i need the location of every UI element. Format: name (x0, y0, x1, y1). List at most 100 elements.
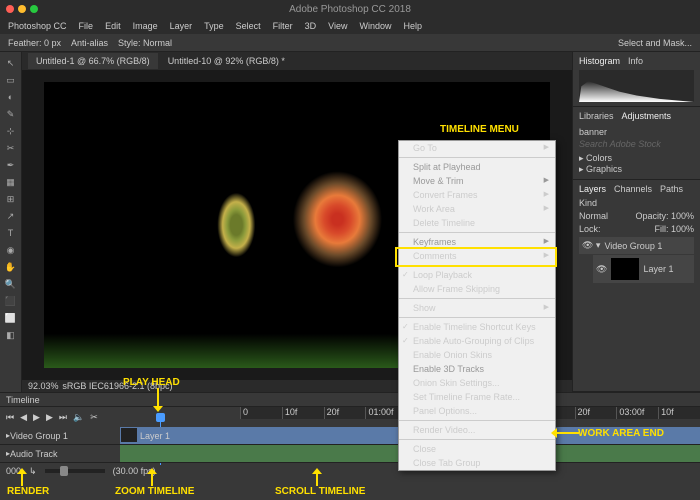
tool-icon[interactable]: ⬛ (3, 294, 19, 308)
menu-3d[interactable]: 3D (305, 21, 317, 31)
menu-item-panel-options-[interactable]: Panel Options... (399, 404, 555, 418)
menu-item-loop-playback[interactable]: Loop Playback (399, 268, 555, 282)
fps-label: (30.00 fps) (113, 466, 156, 476)
tab-layers[interactable]: Layers (579, 184, 606, 194)
tool-icon[interactable]: ↗ (3, 209, 19, 223)
menu-item-close[interactable]: Close (399, 442, 555, 456)
menu-item-close-tab-group[interactable]: Close Tab Group (399, 456, 555, 470)
blend-mode[interactable]: Normal (579, 211, 608, 221)
prev-frame-icon[interactable]: ◀ (20, 412, 27, 423)
timeline-panel: Timeline ⏮ ◀ ▶ ▶ ⏭ 🔈 ✂ 010f20f01:00f10f2… (0, 392, 700, 478)
menu-edit[interactable]: Edit (105, 21, 121, 31)
tool-icon[interactable]: ⊞ (3, 192, 19, 206)
last-frame-icon[interactable]: ⏭ (59, 412, 67, 423)
feather-field[interactable]: Feather: 0 px (8, 38, 61, 48)
menu-filter[interactable]: Filter (273, 21, 293, 31)
menubar: Photoshop CC File Edit Image Layer Type Select… (0, 18, 700, 34)
tool-icon[interactable]: ▭ (3, 73, 19, 87)
menu-item-onion-skin-settings-[interactable]: Onion Skin Settings... (399, 376, 555, 390)
ruler-tick: 03:00f (616, 407, 658, 419)
tool-icon[interactable]: ✒ (3, 158, 19, 172)
zoom-level[interactable]: 92.03% (28, 381, 59, 391)
menu-image[interactable]: Image (133, 21, 158, 31)
menu-item-enable-onion-skins[interactable]: Enable Onion Skins (399, 348, 555, 362)
kind-filter[interactable]: Kind (579, 198, 597, 208)
menu-item-move-trim: Move & Trim (399, 174, 555, 188)
anno-zoom: ZOOM TIMELINE (115, 486, 194, 497)
menu-item-enable-timeline-shortcut-keys[interactable]: Enable Timeline Shortcut Keys (399, 320, 555, 334)
menu-item-set-timeline-frame-rate-[interactable]: Set Timeline Frame Rate... (399, 390, 555, 404)
tab-libraries[interactable]: Libraries (579, 111, 614, 121)
menu-item-delete-timeline[interactable]: Delete Timeline (399, 216, 555, 230)
tab-histogram[interactable]: Histogram (579, 56, 620, 66)
lib-colors[interactable]: Colors (586, 153, 612, 163)
tool-icon[interactable]: ✎ (3, 107, 19, 121)
tool-icon[interactable]: ✋ (3, 260, 19, 274)
tool-icon[interactable]: T (3, 226, 19, 240)
video-track-label[interactable]: ▸ Video Group 1 (0, 427, 120, 445)
menu-item-render-video-[interactable]: Render Video... (399, 423, 555, 437)
tool-icon[interactable]: ◉ (3, 243, 19, 257)
search-input[interactable]: Search Adobe Stock (579, 139, 694, 149)
timeline-context-menu[interactable]: Go ToSplit at PlayheadMove & TrimConvert… (398, 140, 556, 471)
tool-icon[interactable]: ▦ (3, 175, 19, 189)
menu-item-go-to[interactable]: Go To (399, 141, 555, 155)
library-select[interactable]: banner (579, 127, 607, 137)
menu-select[interactable]: Select (236, 21, 261, 31)
menu-item-work-area[interactable]: Work Area (399, 202, 555, 216)
opacity-field[interactable]: Opacity: 100% (635, 211, 694, 221)
antialias-checkbox[interactable]: Anti-alias (71, 38, 108, 48)
window-controls[interactable] (6, 5, 38, 13)
tab-doc-1[interactable]: Untitled-1 @ 66.7% (RGB/8) (28, 53, 158, 69)
mute-icon[interactable]: 🔈 (73, 412, 84, 423)
tool-icon[interactable]: ◐ (3, 90, 19, 104)
render-button[interactable]: ↳ (29, 466, 37, 477)
play-icon[interactable]: ▶ (33, 412, 40, 423)
tab-doc-2[interactable]: Untitled-10 @ 92% (RGB/8) * (160, 53, 293, 69)
menu-layer[interactable]: Layer (170, 21, 193, 31)
tool-icon[interactable]: ⊹ (3, 124, 19, 138)
tab-paths[interactable]: Paths (660, 184, 683, 194)
menu-file[interactable]: File (79, 21, 94, 31)
close-icon[interactable] (6, 5, 14, 13)
tool-icon[interactable]: 🔍 (3, 277, 19, 291)
menu-item-allow-frame-skipping[interactable]: Allow Frame Skipping (399, 282, 555, 296)
layer-item[interactable]: 👁 Layer 1 (593, 255, 694, 283)
fill-field[interactable]: Fill: 100% (654, 224, 694, 234)
tool-icon[interactable]: ↖ (3, 56, 19, 70)
maximize-icon[interactable] (30, 5, 38, 13)
lib-graphics[interactable]: Graphics (586, 164, 622, 174)
menu-item-enable-d-tracks: Enable 3D Tracks (399, 362, 555, 376)
audio-track-label[interactable]: ▸ Audio Track (0, 445, 120, 463)
zoom-slider[interactable] (45, 469, 105, 473)
first-frame-icon[interactable]: ⏮ (6, 412, 14, 423)
tool-icon[interactable]: ◧ (3, 328, 19, 342)
menu-type[interactable]: Type (204, 21, 224, 31)
lock-label: Lock: (579, 224, 601, 234)
menu-item-enable-auto-grouping-of-clips[interactable]: Enable Auto-Grouping of Clips (399, 334, 555, 348)
anno-render: RENDER (7, 486, 49, 497)
document-tabs: Untitled-1 @ 66.7% (RGB/8) Untitled-10 @… (22, 52, 572, 70)
next-frame-icon[interactable]: ▶ (46, 412, 53, 423)
tab-info[interactable]: Info (628, 56, 643, 66)
tools-panel: ↖ ▭ ◐ ✎ ⊹ ✂ ✒ ▦ ⊞ ↗ T ◉ ✋ 🔍 ⬛ ⬜ ◧ (0, 52, 22, 392)
tab-channels[interactable]: Channels (614, 184, 652, 194)
layer-group[interactable]: 👁 ▾ Video Group 1 (579, 237, 694, 254)
minimize-icon[interactable] (18, 5, 26, 13)
menu-help[interactable]: Help (404, 21, 423, 31)
tool-icon[interactable]: ✂ (3, 141, 19, 155)
group-name: Video Group 1 (604, 241, 662, 251)
settings-icon[interactable]: ✂ (90, 412, 98, 423)
menu-window[interactable]: Window (360, 21, 392, 31)
menu-photoshop-cc[interactable]: Photoshop CC (8, 21, 67, 31)
menu-item-convert-frames[interactable]: Convert Frames (399, 188, 555, 202)
menu-item-show[interactable]: Show (399, 301, 555, 315)
playback-controls[interactable]: ⏮ ◀ ▶ ▶ ⏭ 🔈 ✂ (0, 407, 120, 427)
select-mask-button[interactable]: Select and Mask... (618, 38, 692, 48)
tab-adjustments[interactable]: Adjustments (622, 111, 672, 121)
position-field[interactable]: 000 (6, 466, 21, 476)
menu-view[interactable]: View (328, 21, 347, 31)
tool-icon[interactable]: ⬜ (3, 311, 19, 325)
menu-item-comments[interactable]: Comments (399, 249, 555, 263)
style-select[interactable]: Style: Normal (118, 38, 172, 48)
